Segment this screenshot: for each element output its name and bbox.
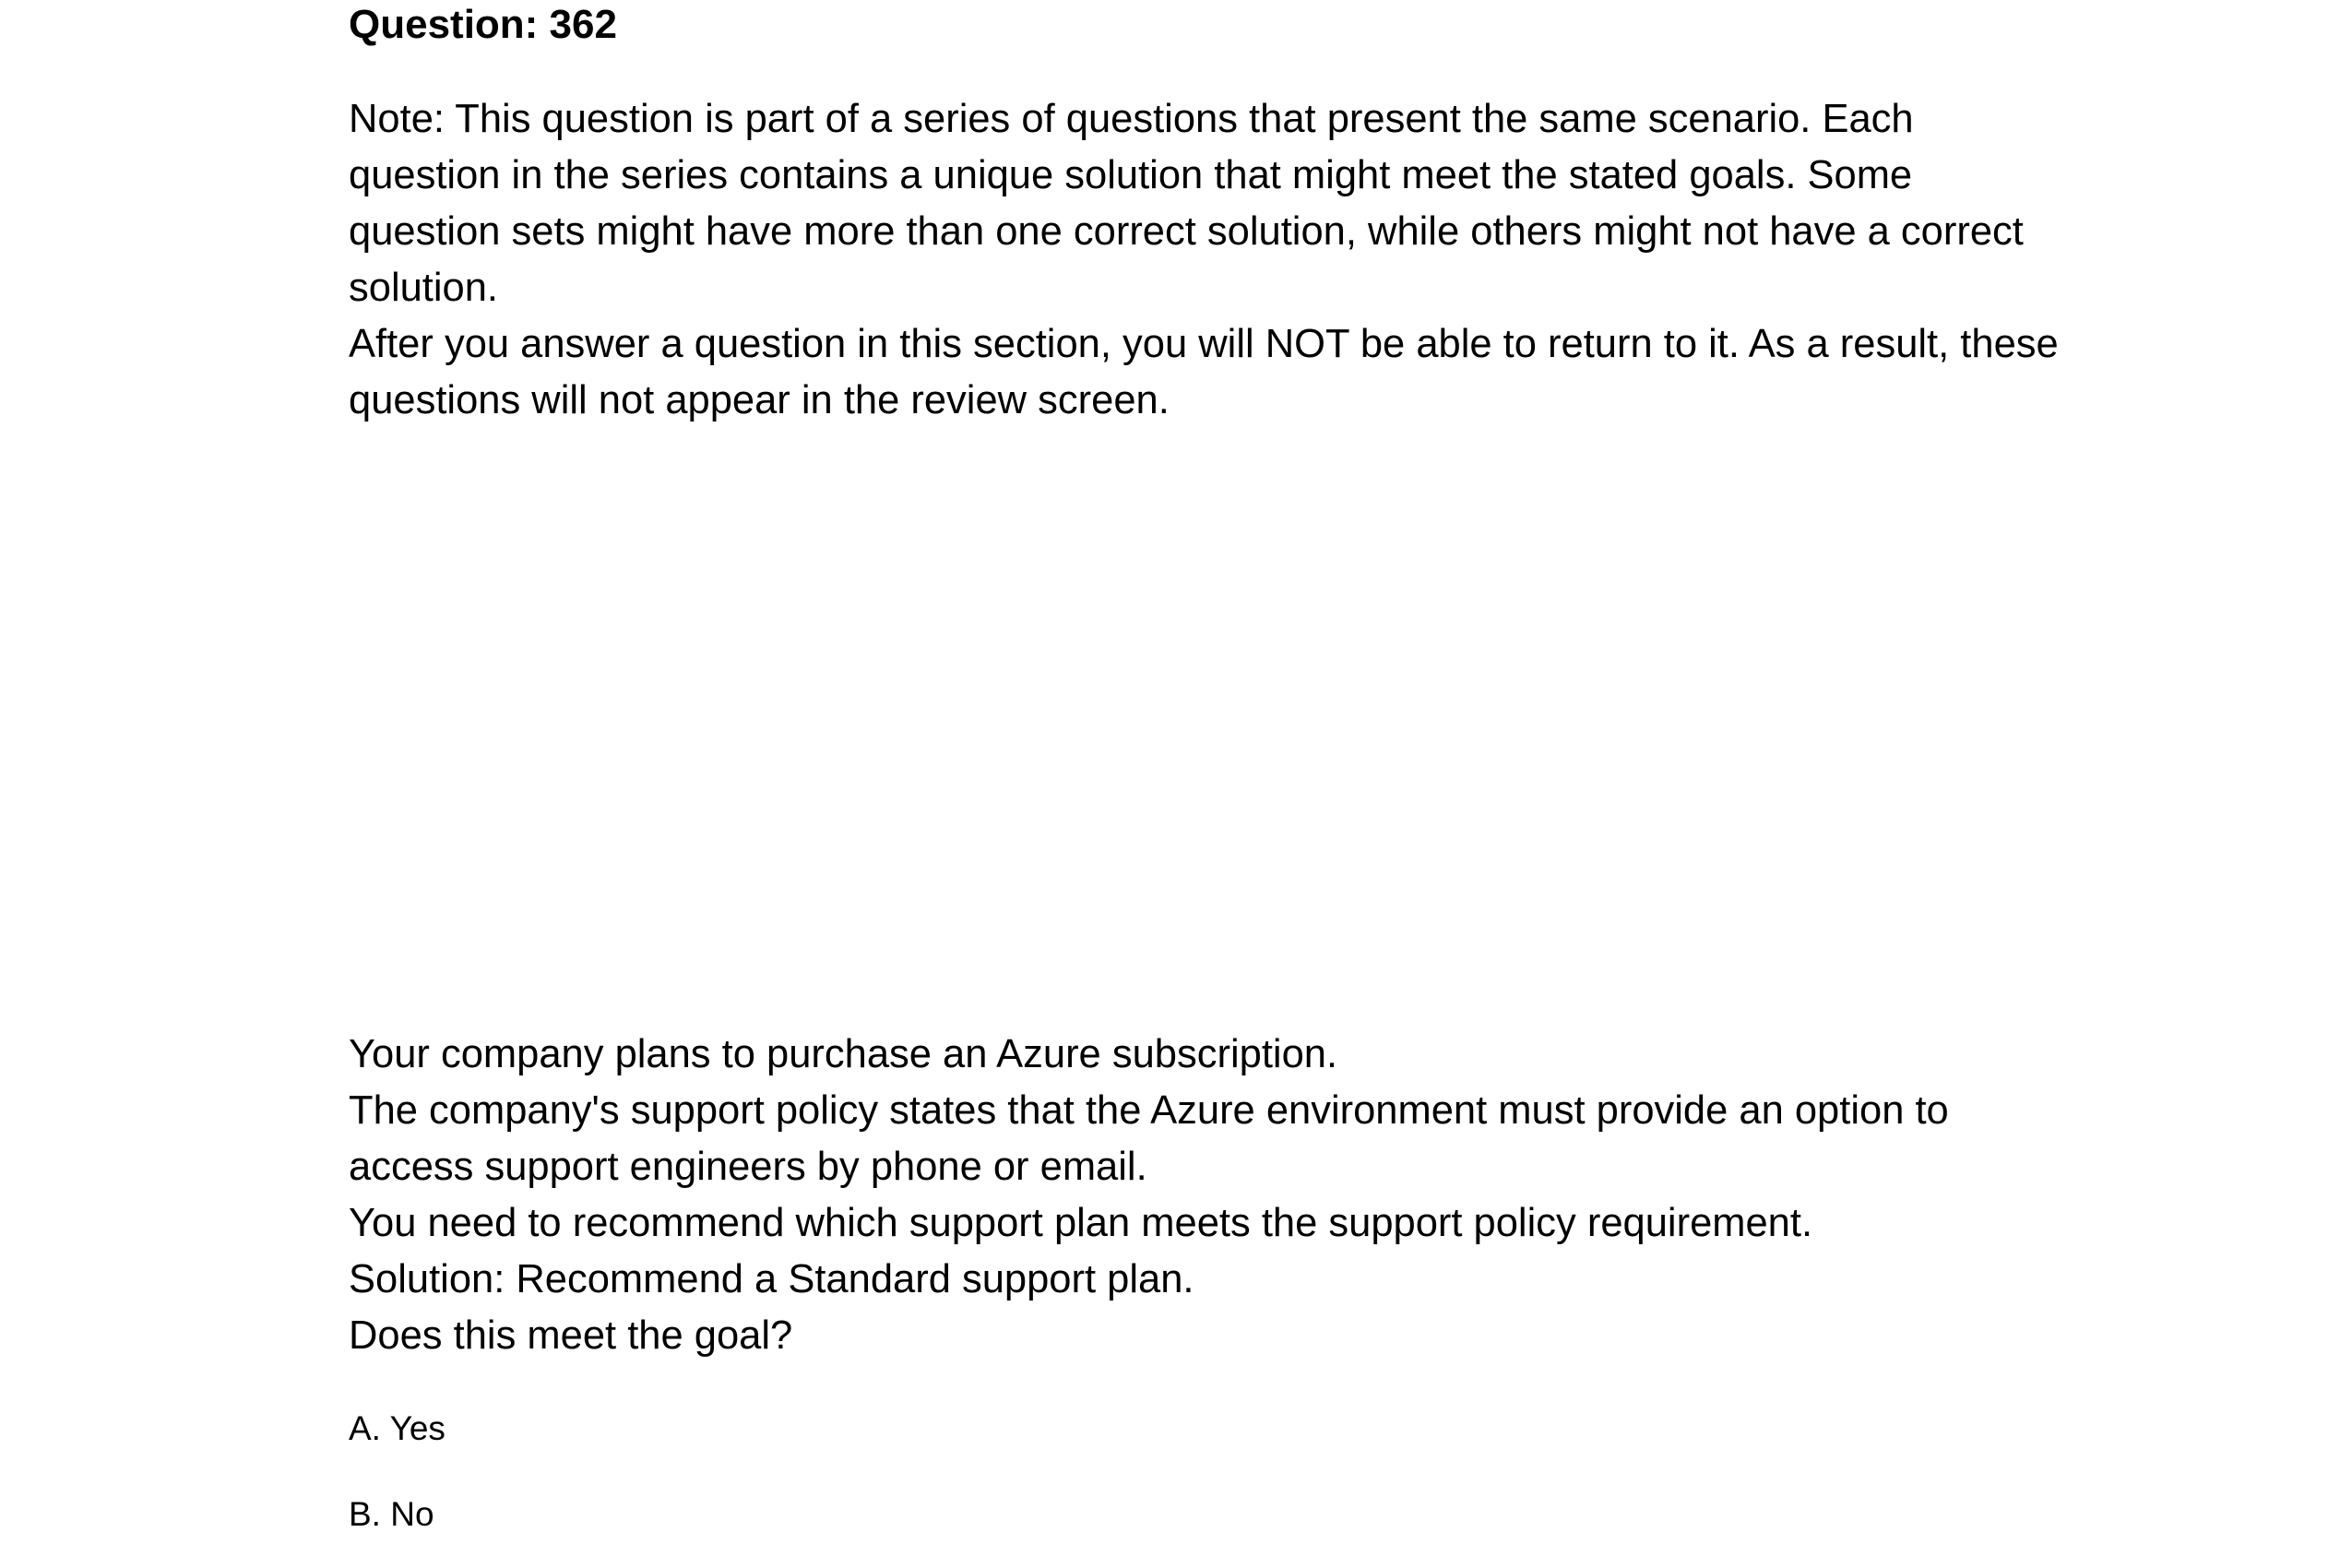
note-paragraph-1: Note: This question is part of a series … [349, 97, 2024, 310]
question-title: Question: 362 [349, 2, 617, 47]
note-paragraph-2: After you answer a question in this sect… [349, 322, 2059, 422]
scenario-line-2: The company's support policy states that… [349, 1088, 1949, 1189]
scenario-line-1: Your company plans to purchase an Azure … [349, 1032, 1338, 1076]
answer-option-a[interactable]: A. Yes [349, 1408, 445, 1449]
scenario-line-5: Does this meet the goal? [349, 1313, 793, 1358]
scenario-line-4: Solution: Recommend a Standard support p… [349, 1257, 1194, 1301]
document-page: Question: 362 Note: This question is par… [0, 0, 2352, 1568]
note-section: Note: This question is part of a series … [349, 91, 2064, 429]
answer-option-b[interactable]: B. No [349, 1494, 434, 1535]
scenario-section: Your company plans to purchase an Azure … [349, 1027, 2064, 1364]
scenario-line-3: You need to recommend which support plan… [349, 1201, 1813, 1245]
